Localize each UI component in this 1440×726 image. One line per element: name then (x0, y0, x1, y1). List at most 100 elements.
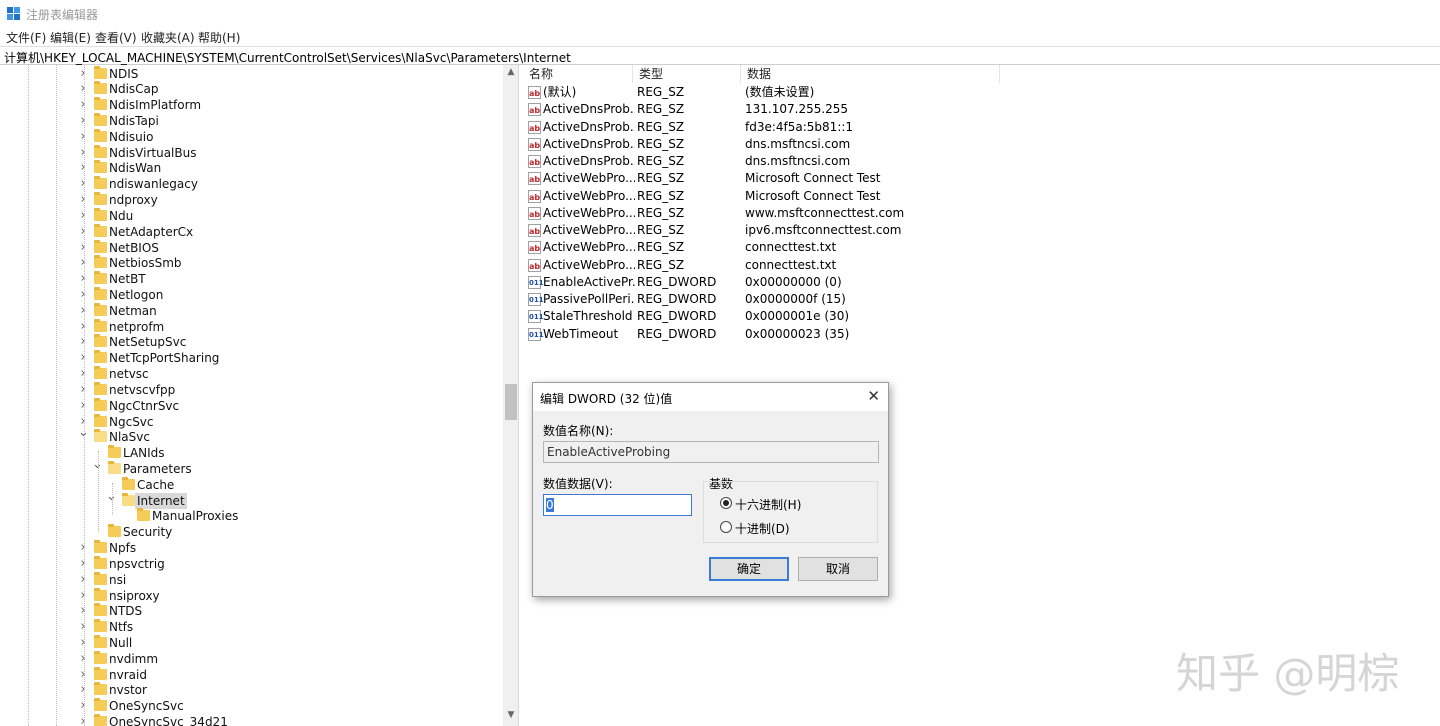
tree-item[interactable]: › NetBIOS (0, 239, 500, 256)
chevron-right-icon[interactable]: › (78, 240, 88, 256)
tree-item[interactable]: ⌄ Internet (0, 489, 500, 509)
tree-item[interactable]: › NetbiosSmb (0, 255, 500, 271)
column-header-type[interactable]: 类型 (633, 65, 741, 83)
chevron-right-icon[interactable]: › (78, 382, 88, 398)
chevron-right-icon[interactable]: › (78, 350, 88, 366)
chevron-right-icon[interactable]: › (78, 572, 88, 588)
chevron-right-icon[interactable]: › (78, 160, 88, 176)
value-row[interactable]: ab ActiveWebPro... REG_SZ connecttest.txt (523, 257, 1003, 274)
tree-item[interactable]: › Ndisuio (0, 128, 500, 145)
tree-item[interactable]: › NetTcpPortSharing (0, 350, 500, 366)
tree-item[interactable]: › Netman (0, 302, 500, 319)
chevron-right-icon[interactable]: › (78, 698, 88, 714)
chevron-right-icon[interactable]: › (78, 603, 88, 619)
tree-item[interactable]: › netprofm (0, 318, 500, 335)
chevron-right-icon[interactable]: › (78, 192, 88, 208)
tree-item[interactable]: › npsvctrig (0, 555, 500, 572)
chevron-right-icon[interactable]: › (78, 556, 88, 572)
close-icon[interactable]: ✕ (867, 387, 880, 405)
chevron-right-icon[interactable]: › (78, 366, 88, 382)
tree-item[interactable]: › NgcCtnrSvc (0, 397, 500, 414)
ok-button[interactable]: 确定 (709, 557, 789, 581)
tree-item[interactable]: › nvstor (0, 682, 500, 698)
tree-item[interactable]: › OneSyncSvc_34d21 (0, 714, 500, 726)
value-row[interactable]: ab ActiveDnsProb... REG_SZ fd3e:4f5a:5b81::… (523, 119, 1003, 136)
chevron-right-icon[interactable]: › (78, 651, 88, 667)
chevron-right-icon[interactable]: › (78, 682, 88, 698)
chevron-right-icon[interactable]: › (78, 255, 88, 271)
tree-item[interactable]: Security (0, 524, 500, 540)
chevron-right-icon[interactable]: › (78, 145, 88, 161)
menu-view[interactable]: 查看(V) (95, 29, 137, 46)
menu-help[interactable]: 帮助(H) (198, 29, 240, 46)
tree-item[interactable]: › nsi (0, 571, 500, 588)
chevron-right-icon[interactable]: › (78, 97, 88, 113)
hex-radio[interactable] (720, 497, 732, 509)
tree-item[interactable]: › NetSetupSvc (0, 334, 500, 350)
tree-item[interactable]: ⌄ NlaSvc (0, 425, 500, 445)
column-header-data[interactable]: 数据 (741, 65, 1000, 83)
tree-item[interactable]: › ndiswanlegacy (0, 176, 500, 192)
tree-item[interactable]: › NdisImPlatform (0, 97, 500, 113)
chevron-right-icon[interactable]: › (78, 714, 88, 726)
chevron-right-icon[interactable]: › (78, 303, 88, 319)
chevron-right-icon[interactable]: › (78, 224, 88, 240)
tree-item[interactable]: › OneSyncSvc (0, 698, 500, 714)
tree-item[interactable]: › NDIS (0, 65, 500, 82)
chevron-down-icon[interactable]: ⌄ (78, 425, 89, 441)
tree-item[interactable]: › netvscvfpp (0, 381, 500, 398)
tree-item[interactable]: › nvdimm (0, 650, 500, 667)
chevron-down-icon[interactable]: ⌄ (92, 457, 103, 473)
value-row[interactable]: ab ActiveWebPro... REG_SZ www.msftconnectte… (523, 205, 1003, 222)
chevron-right-icon[interactable]: › (78, 319, 88, 335)
address-bar[interactable]: 计算机\HKEY_LOCAL_MACHINE\SYSTEM\CurrentCon… (0, 46, 1440, 65)
tree-item[interactable]: ManualProxies (0, 508, 500, 524)
decimal-radio[interactable] (720, 521, 732, 533)
chevron-right-icon[interactable]: › (78, 398, 88, 414)
chevron-right-icon[interactable]: › (78, 334, 88, 350)
chevron-right-icon[interactable]: › (78, 635, 88, 651)
scrollbar-thumb[interactable] (505, 384, 517, 420)
decimal-radio-label[interactable]: 十进制(D) (735, 520, 790, 537)
value-row[interactable]: 011 EnableActivePr... REG_DWORD 0x00000000 … (523, 274, 1003, 291)
tree-item[interactable]: LANIds (0, 445, 500, 461)
tree-item[interactable]: › NdisCap (0, 81, 500, 97)
chevron-right-icon[interactable]: › (78, 540, 88, 556)
value-row[interactable]: ab ActiveDnsProb... REG_SZ 131.107.255.255 (523, 101, 1003, 118)
tree-item[interactable]: › ndproxy (0, 192, 500, 208)
tree-item[interactable]: › netvsc (0, 366, 500, 382)
tree-item[interactable]: Cache (0, 476, 500, 493)
chevron-right-icon[interactable]: › (78, 619, 88, 635)
chevron-right-icon[interactable]: › (78, 129, 88, 145)
chevron-right-icon[interactable]: › (78, 176, 88, 192)
tree-item[interactable]: › Ntfs (0, 619, 500, 635)
tree-item[interactable]: › nsiproxy (0, 587, 500, 604)
value-row[interactable]: ab ActiveWebPro... REG_SZ connecttest.txt (523, 239, 1003, 256)
value-row[interactable]: ab ActiveWebPro... REG_SZ Microsoft Connect… (523, 170, 1003, 187)
chevron-right-icon[interactable]: › (78, 588, 88, 604)
cancel-button[interactable]: 取消 (798, 557, 878, 581)
hex-radio-label[interactable]: 十六进制(H) (735, 496, 801, 513)
tree-item[interactable]: › NTDS (0, 603, 500, 619)
tree-item[interactable]: › Ndu (0, 207, 500, 224)
value-row[interactable]: ab (默认) REG_SZ (数值未设置) (523, 84, 1003, 101)
chevron-right-icon[interactable]: › (78, 287, 88, 303)
scroll-up-arrow-icon[interactable]: ▲ (503, 67, 518, 77)
tree-item[interactable]: › NetBT (0, 271, 500, 287)
tree-item[interactable]: › nvraid (0, 666, 500, 683)
value-row[interactable]: ab ActiveWebPro... REG_SZ Microsoft Connect… (523, 188, 1003, 205)
column-header-name[interactable]: 名称 (523, 65, 633, 83)
tree-item[interactable]: › Null (0, 635, 500, 651)
value-data-input[interactable]: 0 (543, 494, 692, 516)
chevron-right-icon[interactable]: › (78, 271, 88, 287)
value-row[interactable]: 011 StaleThreshold REG_DWORD 0x0000001e (30… (523, 308, 1003, 325)
tree-item[interactable]: › NdisVirtualBus (0, 144, 500, 161)
menu-edit[interactable]: 编辑(E) (50, 29, 91, 46)
tree-item[interactable]: › NdisWan (0, 160, 500, 176)
scroll-down-arrow-icon[interactable]: ▼ (503, 710, 518, 720)
menu-file[interactable]: 文件(F) (6, 29, 46, 46)
tree-item[interactable]: › NetAdapterCx (0, 223, 500, 240)
value-row[interactable]: 011 PassivePollPeri... REG_DWORD 0x0000000f… (523, 291, 1003, 308)
tree-item[interactable]: ⌄ Parameters (0, 457, 500, 477)
tree-item[interactable]: › Netlogon (0, 286, 500, 303)
